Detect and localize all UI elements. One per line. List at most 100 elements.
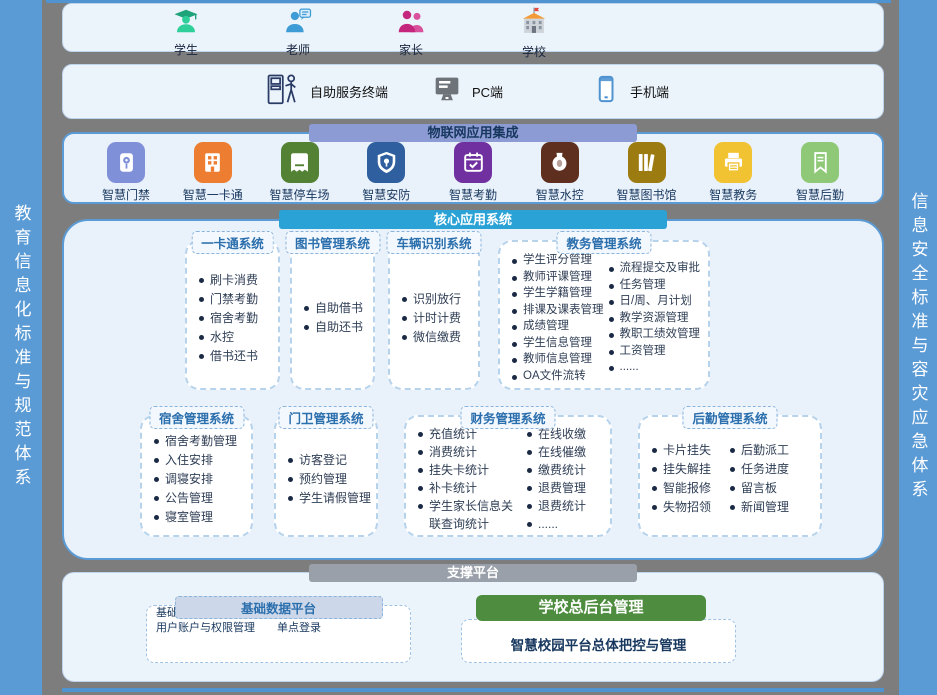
bullet-icon [609, 333, 614, 338]
system-feature-label: 借书还书 [210, 347, 258, 366]
support-banner: 支撑平台 [309, 564, 637, 582]
system-feature-label: 宿舍考勤管理 [165, 432, 237, 451]
system-feature-label: 失物招领 [663, 498, 711, 517]
bullet-icon [418, 486, 423, 491]
user-role-label: 老师 [286, 41, 310, 58]
system-feature-label: 挂失卡统计 [429, 461, 489, 479]
bullet-icon [154, 477, 159, 482]
bullet-icon [609, 284, 614, 289]
bullet-icon [609, 267, 614, 272]
system-feature-item: 留言板 [730, 479, 789, 498]
bullet-icon [652, 486, 657, 491]
system-feature-label: 智能报修 [663, 479, 711, 498]
system-feature-label: 缴费统计 [538, 461, 586, 479]
system-feature-item: 预约管理 [288, 470, 371, 489]
system-card-title: 门卫管理系统 [278, 406, 373, 429]
system-card: 财务管理系统充值统计消费统计挂失卡统计补卡统计学生家长信息关联查询统计在线收缴在… [404, 415, 612, 537]
system-feature-column: 识别放行计时计费微信缴费 [402, 290, 461, 347]
bullet-icon [288, 477, 293, 482]
system-card: 教务管理系统学生评分管理教师评课管理学生学籍管理排课及课表管理成绩管理学生信息管… [498, 240, 710, 390]
terminal-label: 自助服务终端 [310, 82, 388, 101]
iot-icons-row: 智慧门禁智慧一卡通智慧停车场智慧安防智慧考勤智慧水控智慧图书馆智慧教务智慧后勤 [64, 142, 882, 203]
bullet-icon [199, 354, 204, 359]
system-feature-label: OA文件流转 [523, 368, 586, 385]
system-feature-item: 入住安排 [154, 451, 237, 470]
system-feature-item: 后勤派工 [730, 441, 789, 460]
system-feature-label: 访客登记 [299, 451, 347, 470]
iot-panel: 物联网应用集成 智慧门禁智慧一卡通智慧停车场智慧安防智慧考勤智慧水控智慧图书馆智… [62, 132, 884, 204]
bullet-icon [512, 276, 517, 281]
bullet-icon [730, 448, 735, 453]
system-feature-label: 工资管理 [620, 343, 666, 360]
bullet-icon [512, 375, 517, 380]
iot-banner: 物联网应用集成 [309, 124, 637, 142]
system-feature-label: 教职工绩效管理 [620, 326, 701, 343]
system-feature-label: 刷卡消费 [210, 271, 258, 290]
bullet-icon [402, 297, 407, 302]
books-icon [628, 142, 666, 183]
water-jug-icon [541, 142, 579, 183]
system-feature-item: 在线催缴 [527, 443, 586, 461]
bullet-icon [304, 325, 309, 330]
system-feature-label: 退费管理 [538, 479, 586, 497]
system-feature-label: 后勤派工 [741, 441, 789, 460]
bullet-icon [199, 335, 204, 340]
system-feature-item: 挂失解挂 [652, 460, 711, 479]
bullet-icon [288, 496, 293, 501]
system-card-title: 一卡通系统 [191, 231, 274, 254]
system-feature-item: 失物招领 [652, 498, 711, 517]
system-feature-item: 调寝安排 [154, 470, 237, 489]
bullet-icon [609, 366, 614, 371]
kiosk-icon [263, 70, 301, 113]
system-feature-item: 微信缴费 [402, 328, 461, 347]
base-platform-features-line2: 用户账户与权限管理 单点登录 [147, 621, 410, 636]
bullet-icon [527, 522, 532, 527]
system-feature-label: 排课及课表管理 [523, 302, 604, 319]
bullet-icon [418, 468, 423, 473]
user-role-item: 学校 [489, 6, 579, 60]
system-feature-item: 任务进度 [730, 460, 789, 479]
system-feature-label: 计时计费 [413, 309, 461, 328]
system-feature-columns: 卡片挂失挂失解挂智能报修失物招领后勤派工任务进度留言板新闻管理 [640, 417, 820, 535]
system-feature-columns: 访客登记预约管理学生请假管理 [276, 417, 376, 535]
system-feature-column: 自助借书自助还书 [304, 299, 363, 337]
system-feature-columns: 学生评分管理教师评课管理学生学籍管理排课及课表管理成绩管理学生信息管理教师信息管… [500, 242, 708, 388]
system-feature-column: 流程提交及审批任务管理日/周、月计划教学资源管理教职工绩效管理工资管理.....… [609, 260, 701, 376]
system-feature-label: 微信缴费 [413, 328, 461, 347]
left-standards-label: 教育信息化标准与规范体系 [9, 204, 34, 492]
bullet-icon [418, 450, 423, 455]
system-feature-item: 退费统计 [527, 497, 586, 515]
system-card: 图书管理系统自助借书自助还书 [290, 240, 375, 390]
system-feature-label: 自助借书 [315, 299, 363, 318]
system-feature-item: 消费统计 [418, 443, 522, 461]
system-feature-item: 宿舍考勤管理 [154, 432, 237, 451]
system-feature-item: ...... [527, 515, 586, 533]
system-feature-label: 学生信息管理 [523, 335, 592, 352]
system-feature-item: 计时计费 [402, 309, 461, 328]
bullet-icon [402, 316, 407, 321]
pc-monitor-icon [431, 73, 463, 110]
system-feature-item: 教师评课管理 [512, 269, 604, 286]
system-feature-label: 流程提交及审批 [620, 260, 701, 277]
terminal-item: 自助服务终端 [263, 65, 388, 118]
bullet-icon [512, 292, 517, 297]
bullet-icon [652, 448, 657, 453]
bullet-icon [154, 496, 159, 501]
system-feature-item: 学生学籍管理 [512, 285, 604, 302]
iot-app-label: 智慧图书馆 [616, 186, 676, 203]
bullet-icon [304, 306, 309, 311]
system-feature-label: ...... [620, 359, 639, 376]
iot-app-item: 智慧考勤 [433, 142, 513, 203]
iot-app-label: 智慧门禁 [102, 186, 150, 203]
user-role-label: 家长 [399, 41, 423, 58]
bullet-icon [512, 325, 517, 330]
system-feature-item: 寝室管理 [154, 508, 237, 527]
system-feature-label: 调寝安排 [165, 470, 213, 489]
core-panel: 核心应用系统 一卡通系统刷卡消费门禁考勤宿舍考勤水控借书还书图书管理系统自助借书… [62, 219, 884, 560]
bullet-icon [730, 486, 735, 491]
bullet-icon [288, 458, 293, 463]
bullet-icon [609, 317, 614, 322]
system-feature-item: 学生家长信息关联查询统计 [418, 497, 522, 533]
bullet-icon [199, 278, 204, 283]
system-feature-column: 刷卡消费门禁考勤宿舍考勤水控借书还书 [199, 271, 258, 366]
